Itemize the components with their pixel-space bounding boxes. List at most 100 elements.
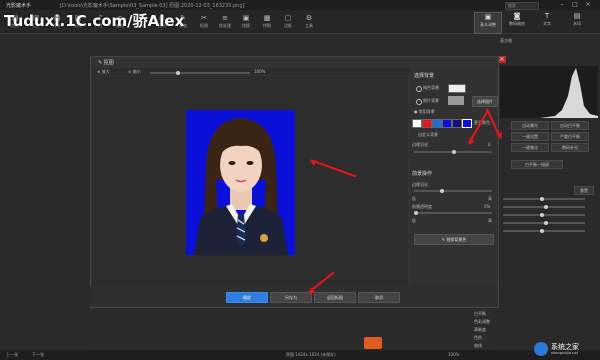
edge-label: 边缘羽化 xyxy=(412,142,428,147)
adjust-slider-knob[interactable] xyxy=(544,205,548,209)
adjust-slider-knob[interactable] xyxy=(540,197,544,201)
opacity-slider[interactable] xyxy=(414,212,492,214)
feather-slider[interactable] xyxy=(414,190,492,192)
adjust-list-item[interactable]: 色阶 xyxy=(474,335,482,341)
toolbar-label: 抠图 xyxy=(200,23,208,28)
frame-icon: ▢ xyxy=(284,14,292,22)
toolbar-label: 批处理 xyxy=(219,23,231,28)
strict-white-balance-button[interactable]: 严重白平衡 xyxy=(551,132,589,141)
reset-button[interactable]: 重置 xyxy=(574,186,594,195)
toolbar-tools-button[interactable]: ⚙ 工具 xyxy=(300,14,318,32)
zoom-slider[interactable] xyxy=(150,72,250,74)
maximize-icon[interactable]: □ xyxy=(571,1,579,9)
replace-bg-button[interactable]: ✎ 替换背景色 xyxy=(414,234,494,245)
adjust-list-item[interactable]: 色彩调整 xyxy=(474,319,490,325)
toolbar-label: 边框 xyxy=(284,23,292,28)
auto-white-balance-button[interactable]: 自动白平衡 xyxy=(551,121,589,130)
auto-exposure-button[interactable]: 自动曝光 xyxy=(511,121,549,130)
histogram-header: 直方图 xyxy=(500,38,512,43)
toolbar-label: 拼图 xyxy=(263,23,271,28)
adjust-list-item[interactable]: 清晰度 xyxy=(474,327,486,333)
toolbar-cutout-button[interactable]: ✂ 抠图 xyxy=(195,14,213,32)
zoom-slider-knob[interactable] xyxy=(176,71,180,75)
adjust-slider-knob[interactable] xyxy=(540,213,544,217)
ok-button[interactable]: 确定 xyxy=(226,292,268,303)
prev-image-button[interactable]: 上一张 xyxy=(6,352,18,358)
zoom-status: 100% xyxy=(448,352,460,357)
adjust-list-item[interactable]: 白平衡 xyxy=(474,311,486,317)
white-balance-button[interactable]: 白平衡一指键 xyxy=(511,160,563,169)
image-bg-radio[interactable] xyxy=(416,99,422,105)
status-info: 原图 1024x 1024 (未保存) xyxy=(286,352,336,357)
save-as-button[interactable]: 另存为 xyxy=(270,292,312,303)
adjust-slider[interactable] xyxy=(503,198,585,200)
toolbar-label: 工具 xyxy=(305,23,313,28)
file-title: [D:\tools\光影魔术手\Sample\03_Sample 03] 原图:… xyxy=(60,3,245,9)
toolbar-batch-button[interactable]: ≡ 批处理 xyxy=(216,14,234,32)
cancel-button[interactable]: 取消 xyxy=(358,292,400,303)
left-panel xyxy=(0,34,90,350)
adjust-slider[interactable] xyxy=(503,230,585,232)
opacity-high-label: 高 xyxy=(488,218,492,223)
layout-icon: ▣ xyxy=(242,14,250,22)
opacity-slider-knob[interactable] xyxy=(414,211,418,215)
logo-icon xyxy=(534,342,548,356)
tools-icon: ⚙ xyxy=(305,14,313,22)
tab-watermark[interactable]: ▤ 水印 xyxy=(564,12,590,32)
sogou-ime-icon xyxy=(364,337,382,349)
toolbar-frame-button[interactable]: ▢ 边框 xyxy=(279,14,297,32)
one-click-set-button[interactable]: 一键设置 xyxy=(511,132,549,141)
collage-icon: ▩ xyxy=(263,14,271,22)
adjust-slider[interactable] xyxy=(503,214,585,216)
solid-bg-radio[interactable] xyxy=(416,86,422,92)
opacity-label: 前景透明度 xyxy=(412,204,432,209)
adjust-slider-knob[interactable] xyxy=(540,229,544,233)
zoom-in-button[interactable]: ⊕ 放大 xyxy=(97,69,110,75)
minimize-icon[interactable]: – xyxy=(558,1,566,9)
histogram xyxy=(500,66,598,118)
feather-slider-knob[interactable] xyxy=(440,189,444,193)
cutout-icon: ✂ xyxy=(201,14,207,22)
watermark-text: Tuduxi.1C.com/骄Alex xyxy=(4,12,185,30)
dialog-title: ✎ 抠图 xyxy=(98,60,114,66)
solid-bg-preview[interactable] xyxy=(448,84,466,93)
custom-bg-label: 自定义背景 xyxy=(418,132,438,137)
bg-color-swatch[interactable] xyxy=(452,119,462,128)
bg-color-swatch[interactable] xyxy=(442,119,452,128)
section-fill-title: 选择背景 xyxy=(414,73,435,79)
opacity-value: 0% xyxy=(484,204,491,209)
next-image-button[interactable]: 下一张 xyxy=(32,352,44,358)
one-click-beautify-button[interactable]: 一键美化 xyxy=(511,143,549,152)
batch-icon: ≡ xyxy=(222,14,228,22)
toolbar-collage-button[interactable]: ▩ 拼图 xyxy=(258,14,276,32)
zoom-out-button[interactable]: ⊖ 缩小 xyxy=(128,69,141,75)
bg-color-swatch[interactable] xyxy=(432,119,442,128)
adjust-list-item[interactable]: 曲线 xyxy=(474,343,482,349)
tab-darkroom[interactable]: ◙ 数码暗房 xyxy=(504,12,530,32)
edge-value: 0 xyxy=(488,142,491,147)
feather-low-label: 低 xyxy=(412,196,416,201)
bg-color-swatch[interactable] xyxy=(422,119,432,128)
toolbar-label: 排版 xyxy=(242,23,250,28)
feather-high-label: 高 xyxy=(488,196,492,201)
feather-label: 边缘羽化 xyxy=(412,182,428,187)
text-icon: T xyxy=(544,12,550,20)
back-to-cutout-button[interactable]: 返回抠图 xyxy=(314,292,356,303)
fill-light-button[interactable]: 数码补光 xyxy=(551,143,589,152)
search-input[interactable]: 搜索 xyxy=(505,2,539,10)
portrait-photo xyxy=(186,110,295,255)
image-bg-label: 图片背景 xyxy=(423,98,439,103)
close-icon[interactable]: × xyxy=(584,1,592,9)
select-image-button[interactable]: 选择图片 xyxy=(472,96,498,107)
opacity-low-label: 低 xyxy=(412,218,416,223)
site-logo: 系统之家 xitongzhijia.net xyxy=(534,340,598,358)
tab-text[interactable]: T 文字 xyxy=(534,12,560,32)
bg-color-swatch[interactable] xyxy=(412,119,422,128)
toolbar-layout-button[interactable]: ▣ 排版 xyxy=(237,14,255,32)
edge-slider-knob[interactable] xyxy=(452,150,456,154)
dialog-close-icon[interactable]: × xyxy=(498,56,506,63)
adjust-slider-knob[interactable] xyxy=(544,221,548,225)
tab-basic-adjust[interactable]: ▣ 基本调整 xyxy=(474,12,502,34)
color-picker-swatch[interactable] xyxy=(462,119,472,128)
solid-bg-label: 纯色背景 xyxy=(423,85,439,90)
